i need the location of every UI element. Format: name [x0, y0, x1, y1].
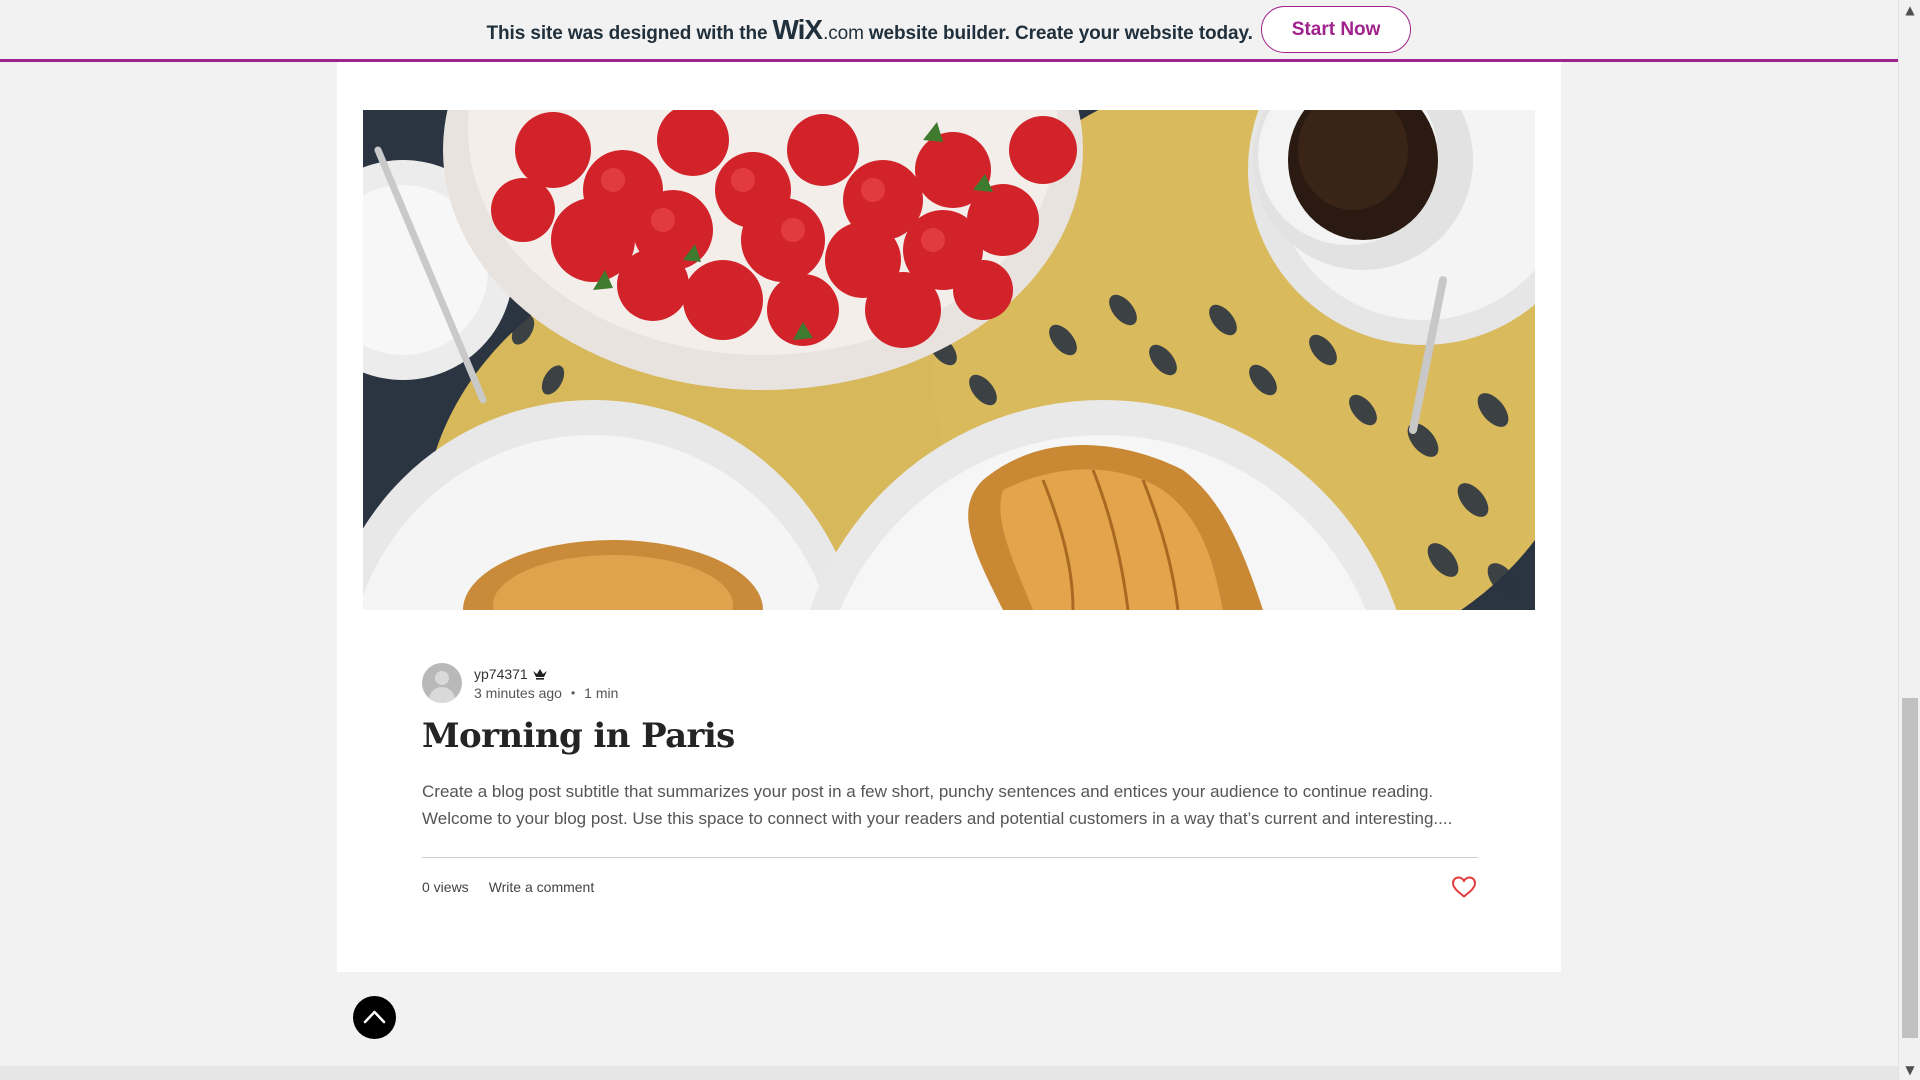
avatar[interactable] [422, 663, 462, 703]
wix-logo: WiX [772, 13, 823, 45]
post-stats: 0 views Write a comment [422, 879, 594, 895]
views-count: 0 views [422, 879, 469, 895]
wix-promo-banner: This site was designed with the WiX .com… [0, 0, 1898, 62]
breakfast-photo [363, 110, 1535, 610]
wix-logo-suffix: .com [823, 22, 864, 44]
post-time: 3 minutes ago [474, 684, 562, 701]
start-now-button[interactable]: Start Now [1260, 6, 1412, 53]
author-name[interactable]: yp74371 [474, 666, 528, 682]
divider [422, 857, 1478, 858]
back-to-top-button[interactable] [353, 996, 396, 1039]
chevron-up-icon [363, 1010, 386, 1024]
banner-message: This site was designed with the WiX .com… [487, 14, 1253, 46]
triangle-up-icon[interactable]: ▲ [1899, 0, 1920, 20]
heart-icon[interactable] [1451, 875, 1477, 899]
banner-text-after: website builder. Create your website tod… [868, 22, 1253, 44]
separator-dot: • [570, 685, 576, 700]
scrollbar-thumb[interactable] [1902, 698, 1918, 1038]
post-excerpt[interactable]: Create a blog post subtitle that summari… [422, 778, 1482, 832]
read-time: 1 min [584, 684, 619, 701]
post-title[interactable]: Morning in Paris [422, 716, 735, 756]
post-meta: yp74371 3 minutes ago • 1 min [422, 663, 618, 703]
post-cover-image[interactable] [363, 110, 1535, 610]
blog-post-card[interactable]: yp74371 3 minutes ago • 1 min Morning in… [337, 62, 1561, 972]
triangle-down-icon[interactable]: ▼ [1899, 1060, 1920, 1080]
footer-strip [0, 1066, 1898, 1080]
crown-icon [532, 668, 547, 680]
write-comment-link[interactable]: Write a comment [489, 879, 595, 895]
page-scrollbar[interactable]: ▲ ▼ [1898, 0, 1920, 1080]
banner-text-before: This site was designed with the [486, 22, 768, 44]
